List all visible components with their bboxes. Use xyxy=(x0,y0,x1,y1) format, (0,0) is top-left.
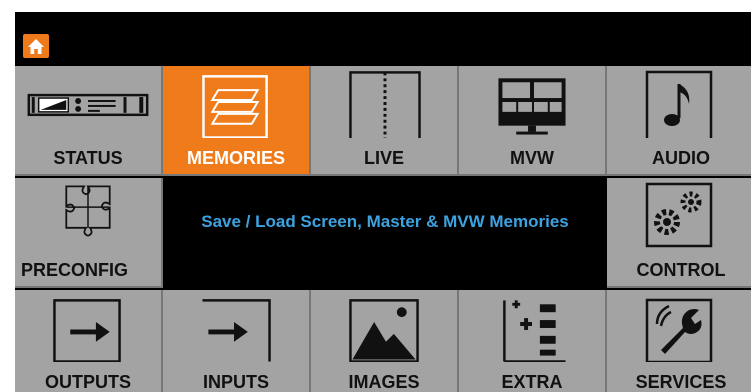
tile-label: STATUS xyxy=(53,148,123,168)
tile-control[interactable]: CONTROL xyxy=(607,178,751,288)
tile-label: PRECONFIG xyxy=(21,260,129,280)
tile-label: MEMORIES xyxy=(186,148,285,168)
layers-icon xyxy=(202,75,268,138)
tile-live[interactable]: LIVE xyxy=(311,66,459,176)
home-icon xyxy=(28,38,44,54)
puzzle-icon xyxy=(65,185,111,237)
tile-label: OUTPUTS xyxy=(44,372,131,392)
info-panel: Save / Load Screen, Master & MVW Memorie… xyxy=(163,178,607,288)
tile-label: INPUTS xyxy=(202,372,269,392)
arrow-out-icon xyxy=(53,299,121,362)
tile-preconfig[interactable]: PRECONFIG xyxy=(15,178,163,288)
tile-mvw[interactable]: MVW xyxy=(459,66,607,176)
music-note-icon xyxy=(645,70,713,138)
wrench-icon xyxy=(645,298,713,362)
tile-images[interactable]: IMAGES xyxy=(311,290,459,392)
screen: STATUS MEMORIES LIVE MVW AUDIO PRECONFIG… xyxy=(15,12,751,392)
tile-label: MVW xyxy=(510,148,554,168)
tile-label: AUDIO xyxy=(652,148,710,168)
gears-icon xyxy=(645,182,713,248)
tile-extra[interactable]: EXTRA xyxy=(459,290,607,392)
tile-label: IMAGES xyxy=(348,372,420,392)
tile-inputs[interactable]: INPUTS xyxy=(163,290,311,392)
image-icon xyxy=(349,299,419,362)
menu-grid: STATUS MEMORIES LIVE MVW AUDIO PRECONFIG… xyxy=(15,66,751,392)
device-front-panel-icon xyxy=(27,93,149,117)
tile-label: SERVICES xyxy=(635,372,727,392)
split-screen-icon xyxy=(349,71,421,138)
monitor-multiview-icon xyxy=(498,78,566,135)
tile-label: LIVE xyxy=(363,148,404,168)
tile-status[interactable]: STATUS xyxy=(15,66,163,176)
tile-label: EXTRA xyxy=(501,372,563,392)
top-bar xyxy=(15,12,751,66)
add-list-icon xyxy=(503,300,566,362)
tile-services[interactable]: SERVICES xyxy=(607,290,751,392)
arrow-in-icon xyxy=(202,299,271,362)
tile-memories[interactable]: MEMORIES xyxy=(163,66,311,176)
tile-audio[interactable]: AUDIO xyxy=(607,66,751,176)
info-text: Save / Load Screen, Master & MVW Memorie… xyxy=(201,212,569,231)
tile-label: CONTROL xyxy=(636,260,726,280)
home-button[interactable] xyxy=(23,34,49,58)
tile-outputs[interactable]: OUTPUTS xyxy=(15,290,163,392)
